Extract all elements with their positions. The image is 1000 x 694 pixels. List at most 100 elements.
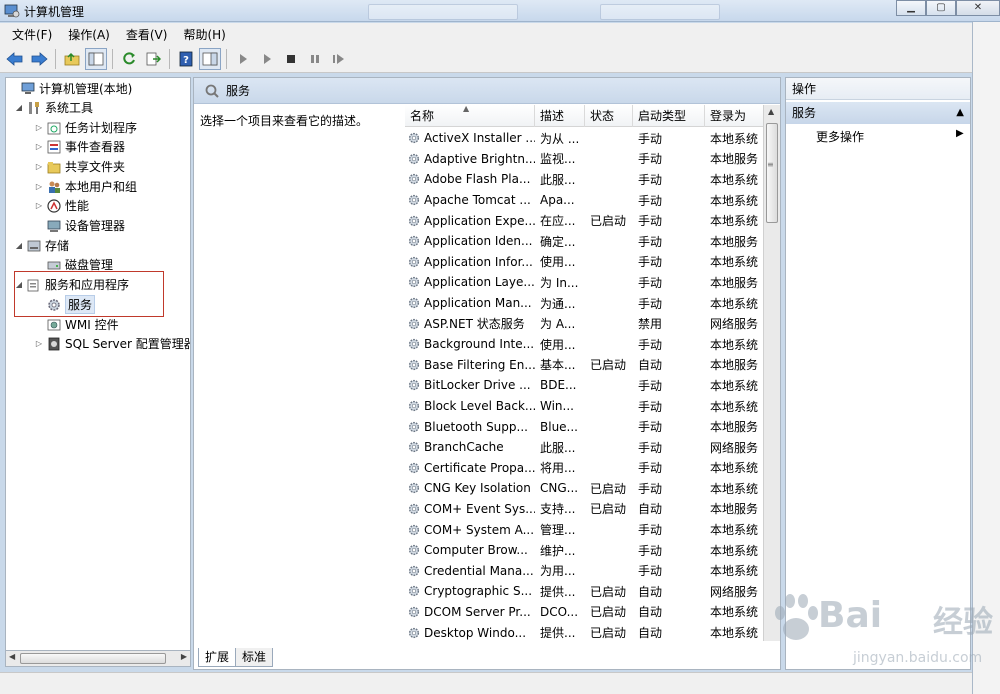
table-row[interactable]: Application Infor... 使用... 手动 本地系统 xyxy=(405,252,765,273)
play-alt-icon[interactable] xyxy=(256,48,278,70)
table-row[interactable]: Application Man... 为通... 手动 本地系统 xyxy=(405,293,765,314)
expand-arrow-icon[interactable]: ▷ xyxy=(34,201,44,210)
service-desc: 确定... xyxy=(540,234,576,249)
table-row[interactable]: Cryptographic S... 提供... 已启动 自动 网络服务 xyxy=(405,581,765,602)
table-row[interactable]: CNG Key Isolation CNG... 已启动 手动 本地系统 xyxy=(405,478,765,499)
service-gear-icon xyxy=(408,606,420,618)
table-row[interactable]: Application Iden... 确定... 手动 本地服务 xyxy=(405,231,765,252)
table-row[interactable]: DCOM Server Pr... DCO... 已启动 自动 本地系统 xyxy=(405,602,765,623)
expand-arrow-icon[interactable]: ▷ xyxy=(34,339,44,348)
service-name: Bluetooth Supp... xyxy=(405,420,535,434)
minimize-button[interactable]: ▁ xyxy=(896,0,926,16)
stop-icon[interactable] xyxy=(280,48,302,70)
actions-title: 操作 xyxy=(786,78,970,100)
computer-icon xyxy=(21,82,35,94)
table-row[interactable]: Base Filtering En... 基本... 已启动 自动 本地服务 xyxy=(405,355,765,376)
actions-group-services[interactable]: 服务 ▲ xyxy=(786,102,970,124)
up-folder-icon[interactable] xyxy=(61,48,83,70)
service-desc: 为通... xyxy=(540,296,576,311)
table-row[interactable]: Block Level Back... Win... 手动 本地系统 xyxy=(405,396,765,417)
collapse-up-icon[interactable]: ▲ xyxy=(956,102,964,124)
column-description[interactable]: 描述 xyxy=(535,105,585,127)
table-row[interactable]: Apache Tomcat ... Apa... 手动 本地系统 xyxy=(405,190,765,211)
users-icon xyxy=(49,181,60,193)
sql-icon xyxy=(48,337,60,350)
tab-standard[interactable]: 标准 xyxy=(235,648,274,667)
restart-icon[interactable] xyxy=(328,48,350,70)
column-startup-type[interactable]: 启动类型 xyxy=(633,105,705,127)
table-row[interactable]: Bluetooth Supp... Blue... 手动 本地服务 xyxy=(405,416,765,437)
service-startup-type: 自动 xyxy=(638,626,663,641)
scrollbar-thumb[interactable] xyxy=(766,123,778,223)
tree-item[interactable]: ▷ 本地用户和组 xyxy=(34,177,137,196)
service-logon-as: 本地系统 xyxy=(710,543,759,558)
close-button[interactable]: ✕ xyxy=(956,0,1000,16)
service-name: Background Inte... xyxy=(405,337,535,351)
menu-view[interactable]: 查看(V) xyxy=(118,26,176,43)
forward-arrow-icon[interactable] xyxy=(28,48,50,70)
properties-icon[interactable] xyxy=(199,47,221,70)
service-desc: DCO... xyxy=(540,604,579,619)
service-logon-as: 本地系统 xyxy=(710,131,759,146)
menu-file[interactable]: 文件(F) xyxy=(4,26,60,43)
tree-item[interactable]: ▷ 性能 xyxy=(34,196,89,215)
service-desc: 为 A... xyxy=(540,317,576,332)
show-hide-tree-icon[interactable] xyxy=(85,47,107,70)
column-name[interactable]: ▲ 名称 xyxy=(405,104,535,127)
service-desc: 使用... xyxy=(540,255,576,270)
table-row[interactable]: Application Expe... 在应... 已启动 手动 本地系统 xyxy=(405,210,765,231)
service-gear-icon xyxy=(408,215,420,226)
menu-help[interactable]: 帮助(H) xyxy=(175,26,233,43)
expand-arrow-icon[interactable]: ◢ xyxy=(14,103,24,112)
tree-item[interactable]: WMI 控件 xyxy=(34,315,119,334)
service-gear-icon xyxy=(408,462,420,473)
service-gear-icon xyxy=(408,586,420,597)
tree-item[interactable]: 计算机管理(本地) xyxy=(8,79,132,98)
service-desc: 提供... xyxy=(540,626,576,641)
scrollbar-thumb[interactable] xyxy=(20,653,166,664)
table-row[interactable]: COM+ System A... 管理... 手动 本地系统 xyxy=(405,519,765,540)
table-row[interactable]: BitLocker Drive ... BDE... 手动 本地系统 xyxy=(405,375,765,396)
expand-arrow-icon[interactable]: ◢ xyxy=(14,241,24,250)
column-logon-as[interactable]: 登录为 xyxy=(705,105,765,127)
table-row[interactable]: BranchCache 此服... 手动 网络服务 xyxy=(405,437,765,458)
export-list-icon[interactable] xyxy=(142,48,164,70)
service-gear-icon xyxy=(408,133,420,144)
column-status[interactable]: 状态 xyxy=(585,105,633,127)
table-row[interactable]: COM+ Event Sys... 支持... 已启动 自动 本地服务 xyxy=(405,499,765,520)
table-row[interactable]: ActiveX Installer ... 为从 ... 手动 本地系统 xyxy=(405,128,765,149)
tree-item[interactable]: 设备管理器 xyxy=(34,216,125,235)
table-row[interactable]: Adaptive Brightn... 监视... 手动 本地服务 xyxy=(405,149,765,170)
expand-arrow-icon[interactable]: ▷ xyxy=(34,182,44,191)
services-vertical-scrollbar[interactable]: ▲ ≡ xyxy=(763,105,780,641)
maximize-button[interactable]: ▢ xyxy=(926,0,956,16)
play-icon[interactable] xyxy=(232,48,254,70)
table-row[interactable]: Adobe Flash Pla... 此服... 手动 本地系统 xyxy=(405,169,765,190)
menu-action[interactable]: 操作(A) xyxy=(60,26,118,43)
expand-arrow-icon[interactable]: ▷ xyxy=(34,123,44,132)
table-row[interactable]: Background Inte... 使用... 手动 本地系统 xyxy=(405,334,765,355)
table-row[interactable]: Application Laye... 为 In... 手动 本地服务 xyxy=(405,272,765,293)
tree-item[interactable]: ▷ 共享文件夹 xyxy=(34,157,125,176)
table-row[interactable]: ASP.NET 状态服务为 A... 禁用 网络服务 xyxy=(405,313,765,334)
view-tabs: 扩展 标准 xyxy=(194,648,274,670)
pause-icon[interactable] xyxy=(304,48,326,70)
table-row[interactable]: Computer Brow... 维护... 手动 本地系统 xyxy=(405,540,765,561)
expand-arrow-icon[interactable]: ▷ xyxy=(34,142,44,151)
tree-item[interactable]: ▷ 事件查看器 xyxy=(34,137,125,156)
help-icon[interactable]: ? xyxy=(175,48,197,70)
refresh-icon[interactable] xyxy=(118,48,140,70)
tree-horizontal-scrollbar[interactable]: ◀ ▶ xyxy=(5,650,191,667)
table-row[interactable]: Credential Mana... 为用... 手动 本地系统 xyxy=(405,560,765,581)
tree-item[interactable]: ◢ 系统工具 xyxy=(14,98,93,117)
tab-extended[interactable]: 扩展 xyxy=(198,648,237,667)
expand-arrow-icon[interactable]: ▷ xyxy=(34,162,44,171)
table-row[interactable]: Certificate Propa... 将用... 手动 本地系统 xyxy=(405,458,765,479)
table-row[interactable]: Desktop Windo... 提供... 已启动 自动 本地系统 xyxy=(405,622,765,643)
service-logon-as: 本地系统 xyxy=(710,523,759,538)
tree-item[interactable]: ◢ 存储 xyxy=(14,236,69,255)
tree-item[interactable]: ▷ 任务计划程序 xyxy=(34,118,137,137)
back-arrow-icon[interactable] xyxy=(4,48,26,70)
tree-item[interactable]: ▷ SQL Server 配置管理器 xyxy=(34,334,190,353)
more-actions-link[interactable]: 更多操作 xyxy=(816,128,864,145)
